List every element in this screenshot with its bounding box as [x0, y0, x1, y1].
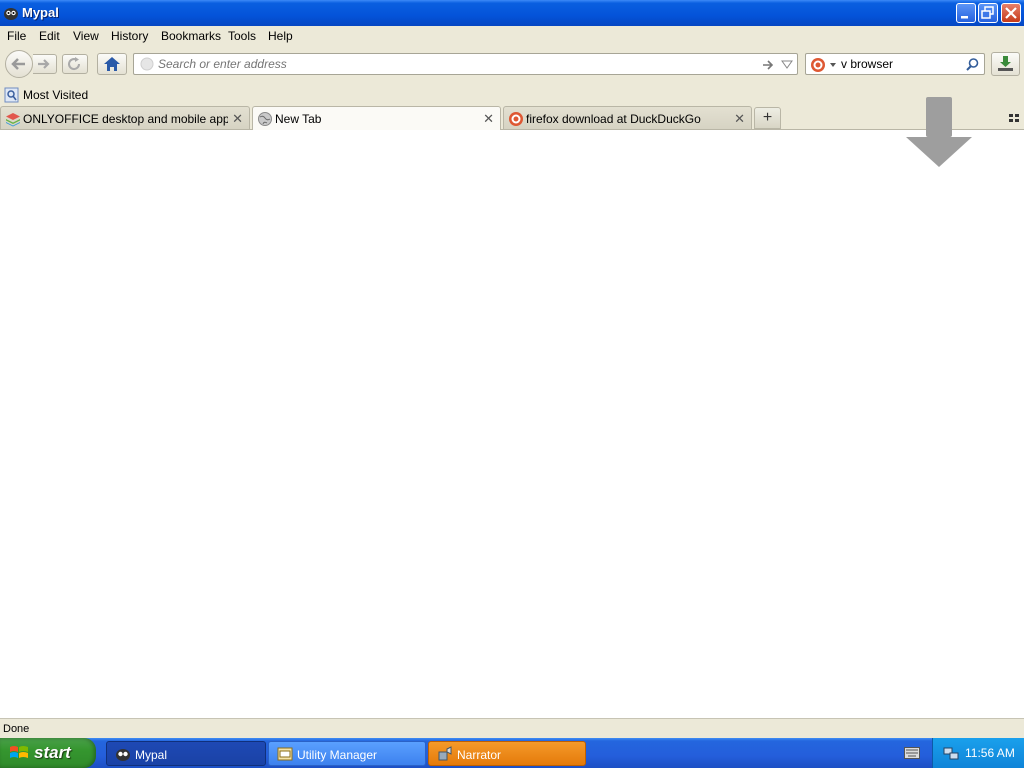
- downloads-button[interactable]: [991, 52, 1020, 76]
- tab-close-icon[interactable]: ✕: [483, 111, 494, 127]
- search-bar[interactable]: [805, 53, 985, 75]
- tab-title: firefox download at DuckDuckGo: [526, 112, 701, 126]
- bookmarks-toolbar: Most Visited: [0, 84, 1024, 106]
- most-visited-icon: [4, 87, 19, 103]
- keyboard-icon[interactable]: [904, 747, 920, 759]
- clock[interactable]: 11:56 AM: [965, 746, 1015, 760]
- menu-edit[interactable]: Edit: [39, 29, 60, 43]
- mypal-app-icon: [116, 749, 130, 761]
- search-input[interactable]: [841, 56, 961, 72]
- narrator-icon: [438, 746, 452, 761]
- menu-tools[interactable]: Tools: [228, 29, 256, 43]
- download-icon: [998, 56, 1013, 71]
- minimize-icon: [961, 16, 968, 19]
- windows-logo-icon: [10, 746, 28, 758]
- home-button[interactable]: [97, 53, 127, 75]
- menu-history[interactable]: History: [111, 29, 148, 43]
- tab-title: ONLYOFFICE desktop and mobile apps | ...: [23, 112, 228, 126]
- taskbar-item-label: Mypal: [135, 748, 168, 762]
- address-bar[interactable]: [133, 53, 798, 75]
- mypal-app-icon: [4, 8, 18, 20]
- back-arrow-icon: [11, 58, 25, 70]
- forward-arrow-icon: [38, 59, 50, 69]
- taskbar-item-mypal[interactable]: Mypal: [106, 741, 266, 766]
- home-icon: [104, 57, 120, 71]
- download-animation-arrow-icon: [906, 97, 972, 167]
- start-button[interactable]: start: [0, 738, 96, 768]
- go-arrow-icon[interactable]: [761, 58, 775, 72]
- menu-bookmarks[interactable]: Bookmarks: [161, 29, 221, 43]
- taskbar-item-narrator[interactable]: Narrator: [428, 741, 586, 766]
- duckduckgo-icon: [509, 112, 523, 126]
- page-identity-icon: [140, 57, 154, 71]
- menu-bar: File Edit View History Bookmarks Tools H…: [0, 26, 1024, 46]
- most-visited-bookmark[interactable]: Most Visited: [23, 88, 88, 102]
- close-icon: [1005, 7, 1017, 19]
- minimize-button[interactable]: [956, 3, 976, 23]
- taskbar-item-label: Utility Manager: [297, 748, 378, 762]
- tab-duckduckgo[interactable]: firefox download at DuckDuckGo ✕: [503, 106, 752, 129]
- restore-icon: [981, 6, 994, 19]
- system-tray: 11:56 AM: [932, 738, 1024, 768]
- back-button[interactable]: [5, 50, 33, 78]
- taskbar-item-utility-manager[interactable]: Utility Manager: [268, 741, 426, 766]
- reload-icon: [68, 57, 81, 71]
- history-dropdown-icon[interactable]: [781, 60, 793, 70]
- status-bar: Done: [0, 718, 1024, 738]
- window-title: Mypal: [22, 5, 59, 20]
- tab-close-icon[interactable]: ✕: [734, 111, 745, 127]
- tab-onlyoffice[interactable]: ONLYOFFICE desktop and mobile apps | ...…: [0, 106, 250, 129]
- plus-icon: +: [762, 109, 773, 126]
- tab-title: New Tab: [275, 112, 322, 126]
- taskbar-item-label: Narrator: [457, 748, 502, 762]
- address-input[interactable]: [158, 56, 758, 72]
- network-icon[interactable]: [943, 745, 959, 761]
- restore-button[interactable]: [978, 3, 998, 23]
- duckduckgo-engine-icon[interactable]: [810, 57, 840, 73]
- close-button[interactable]: [1001, 3, 1021, 23]
- onlyoffice-icon: [6, 113, 20, 127]
- utility-manager-icon: [277, 747, 293, 761]
- page-content[interactable]: [0, 130, 1024, 718]
- menu-view[interactable]: View: [73, 29, 99, 43]
- globe-icon: [258, 112, 272, 126]
- menu-help[interactable]: Help: [268, 29, 293, 43]
- status-text: Done: [3, 723, 30, 735]
- reload-button[interactable]: [62, 54, 88, 74]
- forward-button[interactable]: [33, 54, 57, 74]
- tab-strip: ONLYOFFICE desktop and mobile apps | ...…: [0, 106, 1024, 130]
- list-all-tabs-icon[interactable]: [1008, 112, 1020, 124]
- tab-close-icon[interactable]: ✕: [232, 111, 243, 127]
- menu-file[interactable]: File: [7, 29, 26, 43]
- tab-new-tab[interactable]: New Tab ✕: [252, 106, 501, 130]
- new-tab-button[interactable]: +: [754, 107, 781, 129]
- search-icon[interactable]: [965, 57, 980, 72]
- title-bar: Mypal: [0, 0, 1024, 27]
- taskbar: start Mypal Utility Manager Narrator 11:…: [0, 738, 1024, 768]
- start-label: start: [34, 743, 71, 762]
- navigation-toolbar: [0, 46, 1024, 84]
